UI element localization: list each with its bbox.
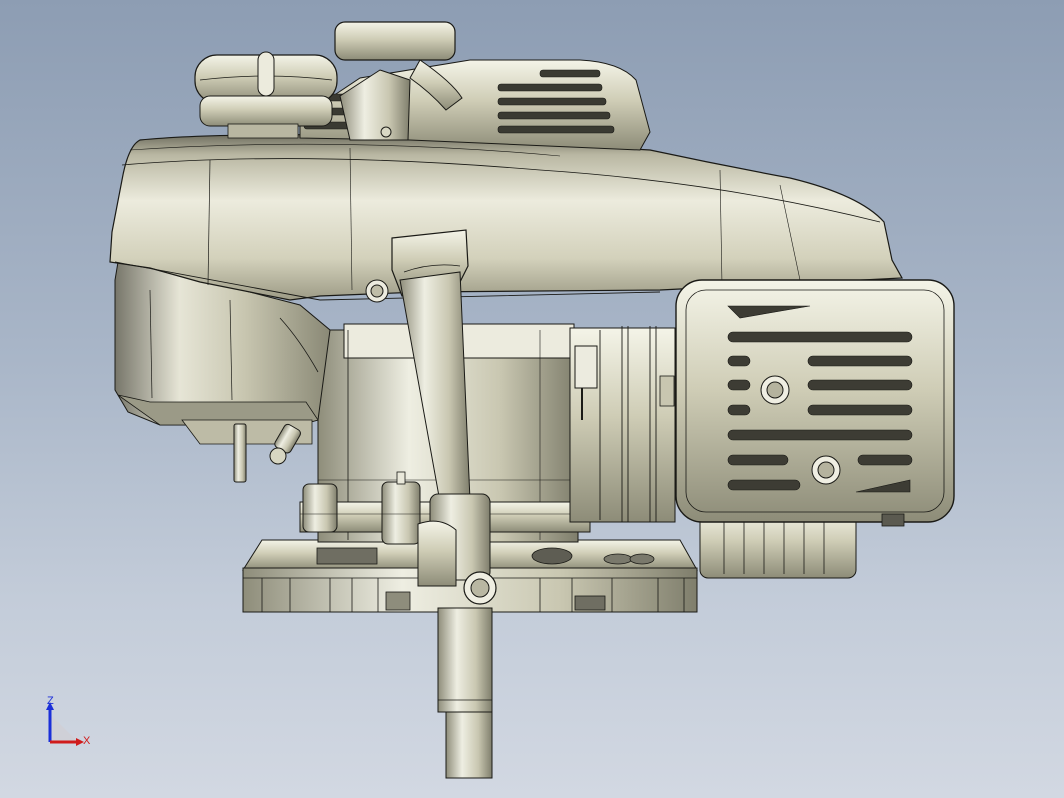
coordinate-triad: Z X (34, 694, 104, 758)
engine-model[interactable] (0, 0, 1064, 798)
axis-x-label: X (83, 735, 91, 747)
air-filter[interactable] (194, 51, 338, 139)
axis-z-label: Z (47, 695, 54, 707)
cad-viewport[interactable]: Z X (0, 0, 1064, 798)
engine-cover[interactable] (109, 134, 903, 303)
crankshaft-output[interactable] (437, 607, 493, 779)
triad-axes (46, 702, 84, 746)
cylinder-shroud[interactable] (569, 326, 676, 523)
muffler[interactable] (675, 279, 955, 579)
